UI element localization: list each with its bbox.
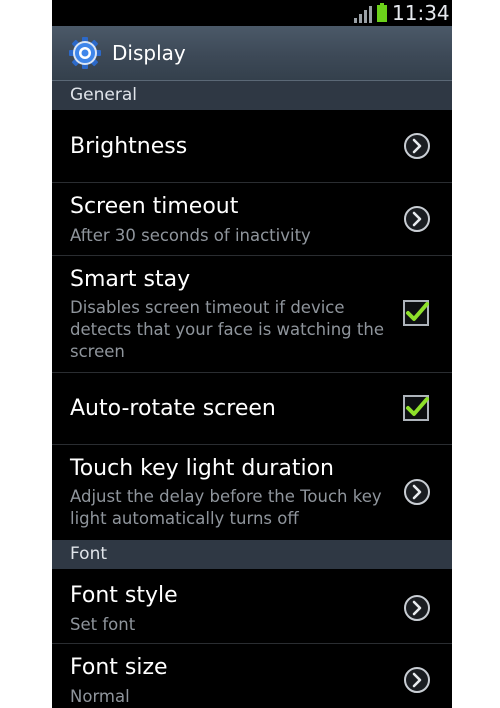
font-style-item[interactable]: Font style Set font: [52, 570, 452, 644]
section-header-general: General: [52, 81, 452, 110]
settings-gear-icon[interactable]: [68, 36, 102, 70]
phone-screen: 11:34 Display General Brightness Screen …: [52, 0, 452, 708]
smart-stay-title: Smart stay: [70, 267, 191, 292]
chevron-right-icon: [403, 205, 431, 233]
status-clock: 11:34: [392, 1, 450, 25]
brightness-title: Brightness: [70, 134, 188, 159]
chevron-right-icon: [403, 478, 431, 506]
screen-timeout-title: Screen timeout: [70, 194, 239, 219]
font-size-summary: Normal: [70, 687, 130, 706]
auto-rotate-title: Auto-rotate screen: [70, 396, 276, 421]
auto-rotate-item[interactable]: Auto-rotate screen: [52, 373, 452, 445]
section-header-label: Font: [70, 544, 108, 564]
chevron-right-icon: [403, 666, 431, 694]
touch-key-light-item[interactable]: Touch key light duration Adjust the dela…: [52, 445, 452, 540]
touch-key-light-title: Touch key light duration: [70, 456, 334, 481]
font-size-item[interactable]: Font size Normal: [52, 644, 452, 708]
smart-stay-checkbox[interactable]: [401, 298, 431, 328]
auto-rotate-checkbox[interactable]: [401, 393, 431, 423]
status-bar: 11:34: [52, 0, 452, 26]
font-style-summary: Set font: [70, 615, 136, 634]
signal-icon: [354, 6, 372, 23]
title-bar: Display: [52, 26, 452, 81]
page-title: Display: [112, 41, 186, 65]
smart-stay-item[interactable]: Smart stay Disables screen timeout if de…: [52, 256, 452, 373]
battery-icon: [377, 3, 387, 22]
screen-timeout-item[interactable]: Screen timeout After 30 seconds of inact…: [52, 183, 452, 256]
touch-key-light-summary: Adjust the delay before the Touch key li…: [70, 487, 382, 528]
screen-timeout-summary: After 30 seconds of inactivity: [70, 226, 311, 245]
brightness-item[interactable]: Brightness: [52, 110, 452, 183]
smart-stay-summary: Disables screen timeout if device detect…: [70, 298, 384, 361]
section-header-font: Font: [52, 540, 452, 569]
section-header-label: General: [70, 85, 137, 105]
chevron-right-icon: [403, 132, 431, 160]
font-size-title: Font size: [70, 655, 168, 680]
font-style-title: Font style: [70, 583, 178, 608]
chevron-right-icon: [403, 594, 431, 622]
